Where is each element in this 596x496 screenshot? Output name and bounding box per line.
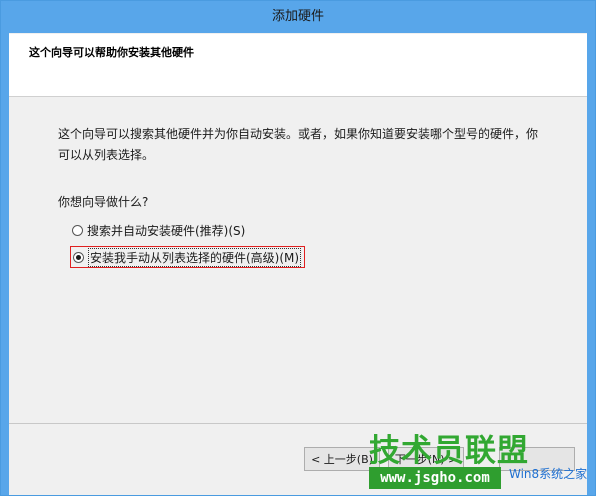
add-hardware-window: 添加硬件 这个向导可以帮助你安装其他硬件 这个向导可以搜索其他硬件并为你自动安装… xyxy=(0,0,596,496)
wizard-header: 这个向导可以帮助你安装其他硬件 xyxy=(9,34,587,97)
wizard-description: 这个向导可以搜索其他硬件并为你自动安装。或者，如果你知道要安装哪个型号的硬件，你… xyxy=(58,124,558,166)
button-divider xyxy=(9,423,587,424)
watermark-extra: Win8系统之家 xyxy=(509,467,588,481)
window-title: 添加硬件 xyxy=(1,1,595,33)
watermark-brand: 技术员联盟 xyxy=(369,433,529,469)
watermark-logo: 技术员联盟 www.jsgho.com Win8系统之家 xyxy=(363,425,595,495)
radio-unchecked-icon[interactable] xyxy=(72,224,83,236)
option-auto-install-label[interactable]: 搜索并自动安装硬件(推荐)(S) xyxy=(87,222,245,239)
window-left-border xyxy=(1,33,9,495)
option-auto-install[interactable]: 搜索并自动安装硬件(推荐)(S) xyxy=(72,220,245,240)
wizard-header-title: 这个向导可以帮助你安装其他硬件 xyxy=(29,46,194,59)
wizard-content: 这个向导可以搜索其他硬件并为你自动安装。或者，如果你知道要安装哪个型号的硬件，你… xyxy=(9,97,587,423)
option-manual-install-label[interactable]: 安装我手动从列表选择的硬件(高级)(M) xyxy=(88,247,302,267)
watermark-site: www.jsgho.com xyxy=(369,467,501,489)
wizard-question: 你想向导做什么? xyxy=(58,195,149,209)
option-manual-install[interactable]: 安装我手动从列表选择的硬件(高级)(M) xyxy=(70,246,306,268)
description-line-2: 可以从列表选择。 xyxy=(58,148,155,162)
description-line-1: 这个向导可以搜索其他硬件并为你自动安装。或者，如果你知道要安装哪个型号的硬件，你 xyxy=(58,127,539,141)
radio-checked-icon[interactable] xyxy=(73,251,84,263)
